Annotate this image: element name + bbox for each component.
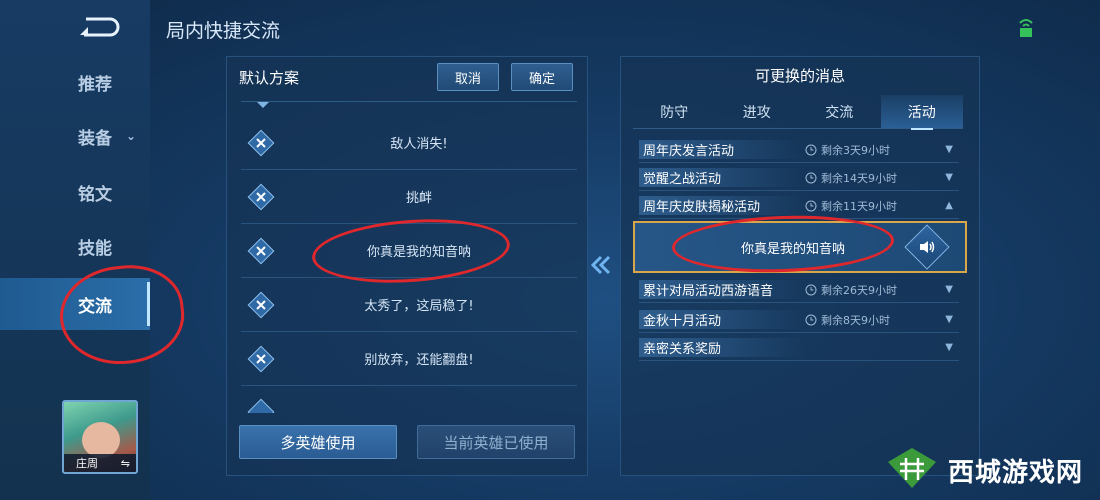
category-name: 亲密关系奖励 xyxy=(639,338,805,357)
sidebar: 推荐 装备 ⌄ 铭文 技能 交流 庄周 ⇋ xyxy=(0,0,150,500)
tab-attack[interactable]: 进攻 xyxy=(716,95,799,128)
tab-communication[interactable]: 交流 xyxy=(798,95,881,128)
chevron-up-icon: ▲ xyxy=(945,200,953,211)
tab-defense[interactable]: 防守 xyxy=(633,95,716,128)
message-text: 敌人消失! xyxy=(390,137,448,152)
remaining-time: 剩余8天9小时 xyxy=(821,313,890,327)
sidebar-item-skills[interactable]: 技能 xyxy=(0,220,150,272)
double-chevron-left-icon[interactable] xyxy=(590,254,612,276)
category-row[interactable]: 金秋十月活动 剩余8天9小时 ▼ xyxy=(639,307,959,333)
tab-events[interactable]: 活动 xyxy=(880,95,963,130)
speaker-button[interactable] xyxy=(904,224,950,270)
close-icon[interactable] xyxy=(247,398,275,413)
chevron-down-icon: ⌄ xyxy=(126,129,137,143)
remaining-time: 剩余11天9小时 xyxy=(821,199,897,213)
page-title: 局内快捷交流 xyxy=(166,20,281,42)
remaining-time: 剩余14天9小时 xyxy=(821,171,897,185)
remaining-time: 剩余26天9小时 xyxy=(821,283,897,297)
list-item-partial[interactable] xyxy=(241,386,577,413)
hero-portrait xyxy=(82,422,120,458)
close-icon[interactable] xyxy=(247,129,275,157)
sidebar-item-equipment[interactable]: 装备 ⌄ xyxy=(0,110,150,162)
category-row[interactable]: 亲密关系奖励 ▼ xyxy=(639,335,959,361)
speaker-icon xyxy=(920,241,935,253)
remaining-time: 剩余3天9小时 xyxy=(821,143,890,157)
watermark-logo-icon xyxy=(888,448,936,488)
clock-icon xyxy=(805,284,817,295)
category-row[interactable]: 累计对局活动西游语音 剩余26天9小时 ▼ xyxy=(639,277,959,303)
list-item[interactable]: 敌人消失! xyxy=(241,116,577,170)
category-name: 周年庆发言活动 xyxy=(639,140,805,159)
category-name: 觉醒之战活动 xyxy=(639,168,805,187)
chevron-down-icon: ▼ xyxy=(945,144,953,155)
category-row[interactable]: 觉醒之战活动 剩余14天9小时 ▼ xyxy=(639,165,959,191)
panel-title: 默认方案 xyxy=(239,69,300,87)
message-text: 别放弃，还能翻盘! xyxy=(364,353,474,368)
list-item[interactable]: 太秀了，这局稳了! xyxy=(241,278,577,332)
message-text: 太秀了，这局稳了! xyxy=(364,299,474,314)
category-name: 累计对局活动西游语音 xyxy=(639,280,805,299)
sidebar-item-label: 推荐 xyxy=(78,74,112,95)
clock-icon xyxy=(805,200,817,211)
confirm-button[interactable]: 确定 xyxy=(511,63,573,91)
list-item[interactable]: 挑衅 xyxy=(241,170,577,224)
close-icon[interactable] xyxy=(247,237,275,265)
close-icon[interactable] xyxy=(247,291,275,319)
chevron-down-icon: ▼ xyxy=(945,342,953,353)
sidebar-item-label: 装备 xyxy=(78,128,112,149)
scroll-up-indicator xyxy=(257,102,269,108)
chevron-down-icon: ▼ xyxy=(945,284,953,295)
hero-name-bar: 庄周 ⇋ xyxy=(64,454,136,472)
swap-icon[interactable]: ⇋ xyxy=(121,457,130,470)
hero-name: 庄周 xyxy=(76,457,98,470)
chevron-down-icon: ▼ xyxy=(945,314,953,325)
message-text: 挑衅 xyxy=(405,191,432,206)
watermark-text: 西城游戏网 xyxy=(948,458,1084,488)
wifi-icon xyxy=(1019,19,1033,37)
chevron-down-icon: ▼ xyxy=(945,172,953,183)
sidebar-item-recommend[interactable]: 推荐 xyxy=(0,56,150,108)
multi-hero-use-button[interactable]: 多英雄使用 xyxy=(239,425,397,459)
category-name: 周年庆皮肤揭秘活动 xyxy=(639,196,805,215)
clock-icon xyxy=(805,172,817,183)
clock-icon xyxy=(805,314,817,325)
back-arrow-icon[interactable] xyxy=(76,14,124,40)
sidebar-item-inscription[interactable]: 铭文 xyxy=(0,166,150,218)
close-icon[interactable] xyxy=(247,183,275,211)
category-tabs: 防守 进攻 交流 活动 xyxy=(633,95,963,130)
close-icon[interactable] xyxy=(247,345,275,373)
sidebar-item-label: 铭文 xyxy=(78,184,112,205)
category-row[interactable]: 周年庆发言活动 剩余3天9小时 ▼ xyxy=(639,137,959,163)
clock-icon xyxy=(805,144,817,155)
panel-title: 可更换的消息 xyxy=(754,67,845,85)
sidebar-item-label: 技能 xyxy=(78,238,112,259)
list-item[interactable]: 别放弃，还能翻盘! xyxy=(241,332,577,386)
cancel-button[interactable]: 取消 xyxy=(437,63,499,91)
hero-avatar[interactable]: 庄周 ⇋ xyxy=(62,400,138,474)
current-hero-used-button[interactable]: 当前英雄已使用 xyxy=(417,425,575,459)
category-name: 金秋十月活动 xyxy=(639,310,805,329)
